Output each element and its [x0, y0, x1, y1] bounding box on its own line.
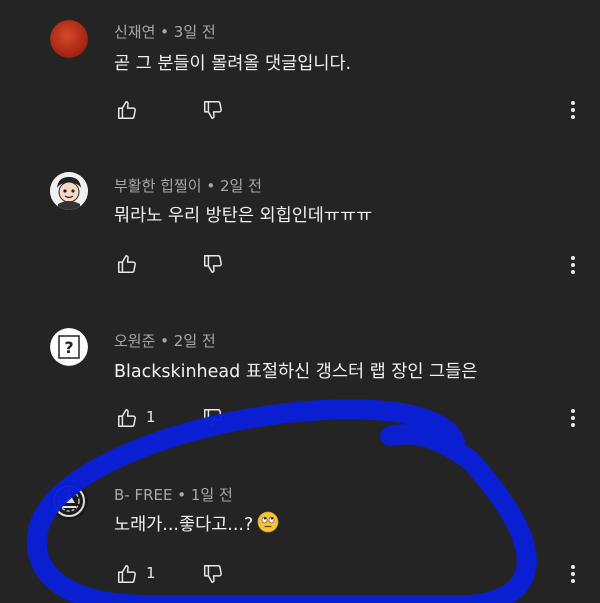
thumbs-down-icon[interactable]	[202, 99, 224, 121]
comment-time: 2일 전	[173, 332, 216, 350]
comment-time: 1일 전	[190, 486, 233, 504]
comment-meta: 부활한 힙찔이 • 2일 전	[114, 175, 262, 196]
comment-time: 2일 전	[219, 177, 262, 195]
vertical-ellipsis-icon[interactable]	[566, 100, 580, 120]
author-name[interactable]: 오원준	[114, 332, 155, 350]
author-name[interactable]: 부활한 힙찔이	[114, 177, 202, 195]
vertical-ellipsis-icon[interactable]	[566, 564, 580, 584]
thumbs-up-icon[interactable]	[116, 407, 138, 429]
vertical-ellipsis-icon[interactable]	[566, 408, 580, 428]
comment-text: 곧 그 분들이 몰려올 댓글입니다.	[114, 54, 352, 74]
svg-text:?: ?	[64, 338, 73, 357]
thumbs-up-icon[interactable]	[116, 253, 138, 275]
thumbs-up-icon[interactable]	[116, 563, 138, 585]
comment-text-body: 노래가...좋다고...?	[114, 515, 254, 535]
face-with-rolling-eyes-emoji	[257, 511, 279, 538]
thumbs-down-icon[interactable]	[202, 253, 224, 275]
like-count: 1	[146, 564, 156, 582]
avatar[interactable]	[50, 482, 88, 520]
comment-text: Blackskinhead 표절하신 갱스터 랩 장인 그들은	[114, 362, 478, 382]
comment-time: 3일 전	[173, 23, 216, 41]
meta-separator: •	[201, 177, 220, 195]
comment-text: 노래가...좋다고...?	[114, 511, 279, 538]
comment-meta: 오원준 • 2일 전	[114, 330, 216, 351]
annotation-marker-stroke	[26, 399, 537, 603]
thumbs-up-icon[interactable]	[116, 99, 138, 121]
comment-text: 뭐라노 우리 방탄은 외힙인데ㅠㅠㅠ	[114, 206, 373, 226]
thumbs-down-icon[interactable]	[202, 407, 224, 429]
author-name[interactable]: B- FREE	[114, 486, 172, 504]
meta-separator: •	[155, 23, 174, 41]
meta-separator: •	[172, 486, 191, 504]
comment-meta: B- FREE • 1일 전	[114, 484, 233, 505]
author-name[interactable]: 신재연	[114, 23, 155, 41]
meta-separator: •	[155, 332, 174, 350]
avatar[interactable]	[50, 172, 88, 210]
avatar[interactable]: ?	[50, 328, 88, 366]
comment-meta: 신재연 • 3일 전	[114, 21, 216, 42]
thumbs-down-icon[interactable]	[202, 563, 224, 585]
vertical-ellipsis-icon[interactable]	[566, 255, 580, 275]
avatar[interactable]	[50, 20, 88, 58]
like-count: 1	[146, 408, 156, 426]
